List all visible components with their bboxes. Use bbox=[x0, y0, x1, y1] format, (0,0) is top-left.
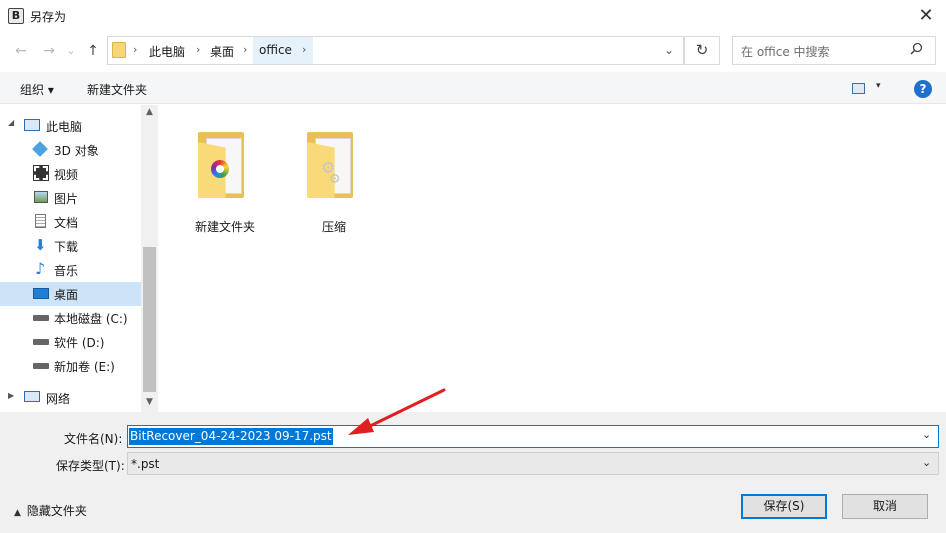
filetype-select[interactable] bbox=[127, 452, 939, 475]
view-dropdown-icon[interactable]: ▾ bbox=[876, 81, 881, 91]
nav-item-documents[interactable]: 文档 bbox=[0, 209, 141, 233]
nav-item-drive-d[interactable]: 软件 (D:) bbox=[0, 329, 141, 353]
refresh-button[interactable]: ↻ bbox=[684, 36, 720, 65]
breadcrumb-separator[interactable]: › bbox=[302, 43, 306, 56]
scroll-down-icon[interactable]: ▼ bbox=[141, 397, 158, 407]
computer-icon bbox=[24, 119, 40, 131]
nav-item-label: 软件 (D:) bbox=[54, 336, 105, 350]
nav-item-label: 本地磁盘 (C:) bbox=[54, 312, 128, 326]
nav-item-label: 图片 bbox=[54, 192, 79, 206]
cube-icon bbox=[32, 141, 48, 157]
nav-item-label: 3D 对象 bbox=[54, 144, 99, 158]
nav-item-this-pc[interactable]: ◢ 此电脑 bbox=[0, 113, 141, 137]
picture-icon bbox=[34, 191, 48, 203]
nav-item-pictures[interactable]: 图片 bbox=[0, 185, 141, 209]
download-icon: ⬇ bbox=[34, 236, 47, 254]
save-button[interactable]: 保存(S) bbox=[741, 494, 827, 519]
video-icon bbox=[33, 165, 49, 181]
chevron-down-icon: ⌄ bbox=[663, 43, 675, 57]
refresh-icon: ↻ bbox=[695, 41, 709, 59]
chevron-down-icon[interactable]: ⌄ bbox=[922, 456, 931, 469]
close-icon: ✕ bbox=[918, 5, 934, 26]
breadcrumb-office[interactable]: office bbox=[259, 43, 292, 57]
drive-icon bbox=[33, 315, 49, 321]
filename-label: 文件名(N): bbox=[64, 432, 123, 446]
annotation-arrow-icon bbox=[348, 388, 446, 435]
breadcrumb-this-pc[interactable]: 此电脑 bbox=[149, 43, 185, 60]
help-icon[interactable]: ? bbox=[914, 80, 932, 98]
nav-item-label: 视频 bbox=[54, 168, 79, 182]
file-list-pane bbox=[158, 105, 946, 412]
forward-arrow-icon: → bbox=[43, 43, 55, 59]
scroll-up-icon[interactable]: ▲ bbox=[141, 107, 158, 117]
address-bar[interactable] bbox=[107, 36, 684, 65]
back-arrow-icon: ← bbox=[15, 43, 27, 59]
gear-icon: ⚙ bbox=[329, 172, 341, 187]
nav-item-label: 此电脑 bbox=[46, 120, 83, 134]
nav-item-drive-c[interactable]: 本地磁盘 (C:) bbox=[0, 305, 141, 329]
network-icon bbox=[24, 391, 40, 402]
nav-item-label: 桌面 bbox=[54, 288, 79, 302]
breadcrumb-separator[interactable]: › bbox=[196, 43, 200, 56]
search-icon[interactable] bbox=[910, 42, 923, 59]
address-dropdown-button[interactable]: ⌄ bbox=[660, 40, 678, 60]
breadcrumb-separator: › bbox=[133, 43, 138, 56]
folder-label: 压缩 bbox=[321, 220, 346, 234]
forward-button[interactable]: → bbox=[38, 40, 60, 62]
nav-item-network[interactable]: ▶ 网络 bbox=[0, 385, 141, 409]
folder-label: 新建文件夹 bbox=[194, 220, 255, 234]
hide-folders-label: 隐藏文件夹 bbox=[26, 504, 87, 518]
scrollbar-thumb[interactable] bbox=[143, 247, 156, 392]
nav-item-music[interactable]: ♪ 音乐 bbox=[0, 257, 141, 281]
nav-item-desktop[interactable]: 桌面 bbox=[0, 281, 141, 305]
nav-item-downloads[interactable]: ⬇ 下载 bbox=[0, 233, 141, 257]
nav-item-videos[interactable]: 视频 bbox=[0, 161, 141, 185]
folder-item-new-folder[interactable]: 新建文件夹 bbox=[180, 112, 270, 234]
nav-item-label: 新加卷 (E:) bbox=[54, 360, 115, 374]
back-button[interactable]: ← bbox=[10, 40, 32, 62]
up-button[interactable]: ↑ bbox=[82, 40, 104, 62]
nav-item-3d-objects[interactable]: 3D 对象 bbox=[0, 137, 141, 161]
app-icon: B bbox=[8, 8, 24, 24]
filetype-label: 保存类型(T): bbox=[56, 459, 125, 473]
organize-button[interactable]: 组织 ▾ bbox=[20, 81, 54, 98]
filetype-value: *.pst bbox=[131, 457, 160, 471]
cancel-button[interactable]: 取消 bbox=[842, 494, 928, 519]
folder-item-compress[interactable]: ⚙ ⚙ 压缩 bbox=[289, 112, 379, 234]
drive-icon bbox=[33, 339, 49, 345]
drive-icon bbox=[33, 363, 49, 369]
recent-locations-button[interactable]: ⌄ bbox=[60, 40, 82, 62]
music-icon: ♪ bbox=[35, 259, 46, 278]
title-bar bbox=[0, 0, 946, 32]
view-options-icon[interactable] bbox=[852, 83, 865, 94]
breadcrumb-separator[interactable]: › bbox=[243, 43, 247, 56]
desktop-icon bbox=[33, 288, 49, 299]
up-arrow-icon: ↑ bbox=[87, 43, 99, 59]
chevron-down-icon: ⌄ bbox=[66, 44, 76, 57]
window-title: 另存为 bbox=[30, 10, 67, 24]
chevron-down-icon[interactable]: ⌄ bbox=[922, 428, 931, 441]
nav-item-label: 音乐 bbox=[54, 264, 79, 278]
hide-folders-toggle[interactable]: ▲ 隐藏文件夹 bbox=[14, 502, 87, 519]
document-icon bbox=[35, 214, 46, 228]
breadcrumb-desktop[interactable]: 桌面 bbox=[210, 43, 234, 60]
chevron-down-icon: ◢ bbox=[8, 118, 15, 127]
close-button[interactable]: ✕ bbox=[906, 0, 946, 32]
nav-item-label: 网络 bbox=[46, 392, 71, 406]
nav-item-label: 下载 bbox=[54, 240, 79, 254]
chevron-up-icon: ▲ bbox=[14, 508, 21, 518]
chevron-right-icon: ▶ bbox=[8, 391, 15, 400]
new-folder-button[interactable]: 新建文件夹 bbox=[87, 81, 147, 98]
search-placeholder: 在 office 中搜索 bbox=[741, 45, 830, 59]
folder-icon bbox=[112, 42, 126, 58]
nav-item-drive-e[interactable]: 新加卷 (E:) bbox=[0, 353, 141, 377]
filename-value[interactable]: BitRecover_04-24-2023 09-17.pst bbox=[129, 428, 333, 445]
nav-item-label: 文档 bbox=[54, 216, 79, 230]
